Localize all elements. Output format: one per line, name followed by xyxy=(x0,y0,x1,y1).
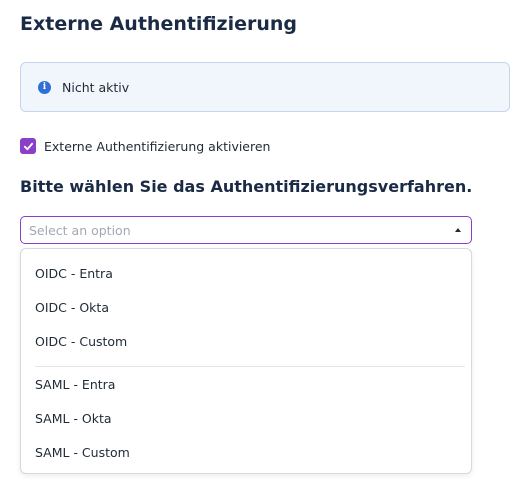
status-text: Nicht aktiv xyxy=(62,79,130,95)
enable-external-auth-label[interactable]: Externe Authentifizierung aktivieren xyxy=(44,139,270,154)
auth-method-select[interactable]: Select an option xyxy=(20,216,472,244)
checkmark-icon xyxy=(23,142,33,150)
option-group-divider xyxy=(35,366,465,367)
status-banner: i Nicht aktiv xyxy=(20,62,510,112)
page-title: Externe Authentifizierung xyxy=(20,13,298,35)
select-placeholder: Select an option xyxy=(29,222,131,238)
option-saml-entra[interactable]: SAML - Entra xyxy=(35,377,115,393)
option-oidc-entra[interactable]: OIDC - Entra xyxy=(35,266,113,282)
auth-method-dropdown: OIDC - Entra OIDC - Okta OIDC - Custom S… xyxy=(20,248,472,474)
caret-up-icon[interactable] xyxy=(455,228,461,232)
option-oidc-okta[interactable]: OIDC - Okta xyxy=(35,300,109,316)
enable-external-auth-row[interactable]: Externe Authentifizierung aktivieren xyxy=(20,137,270,155)
method-heading: Bitte wählen Sie das Authentifizierungsv… xyxy=(20,177,473,196)
enable-external-auth-checkbox[interactable] xyxy=(20,138,36,154)
option-oidc-custom[interactable]: OIDC - Custom xyxy=(35,334,127,350)
option-saml-custom[interactable]: SAML - Custom xyxy=(35,445,130,461)
option-saml-okta[interactable]: SAML - Okta xyxy=(35,411,112,427)
info-icon: i xyxy=(38,80,51,94)
